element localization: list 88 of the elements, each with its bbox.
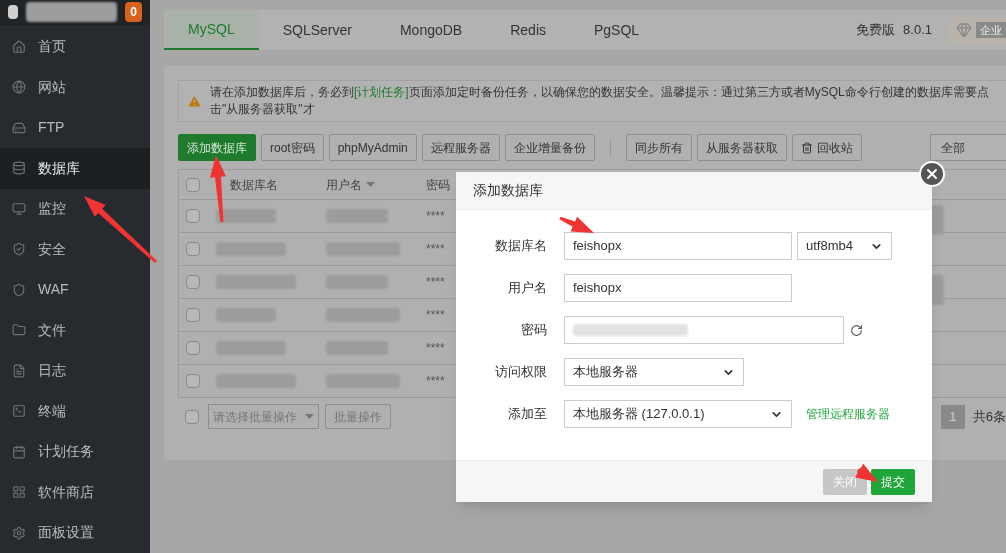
- toolbar-button[interactable]: 从服务器获取: [696, 134, 787, 161]
- select-field[interactable]: 本地服务器: [564, 358, 744, 386]
- toolbar-button[interactable]: root密码: [261, 134, 324, 161]
- edition-label: 免费版: [856, 21, 896, 40]
- header-checkbox[interactable]: [186, 177, 200, 192]
- row-checkbox[interactable]: [186, 374, 200, 388]
- notification-badge[interactable]: 0: [125, 2, 142, 23]
- manage-servers-link[interactable]: 管理远程服务器: [806, 405, 890, 423]
- shield-icon: [12, 282, 26, 297]
- annotation-arrow: [855, 463, 878, 482]
- password-cell-text: ****: [426, 307, 445, 324]
- column-header[interactable]: 用户名: [326, 175, 362, 194]
- text-field[interactable]: feishopx: [564, 232, 792, 260]
- recycle-bin-button[interactable]: 回收站: [791, 134, 862, 161]
- sidebar-item[interactable]: FTP: [0, 107, 150, 148]
- refresh-icon[interactable]: [850, 323, 863, 337]
- sort-icon[interactable]: [366, 181, 375, 188]
- row-checkbox[interactable]: [186, 275, 200, 289]
- grid-icon: [12, 485, 26, 500]
- password-cell-text: ****: [426, 274, 445, 291]
- terminal-icon: [12, 404, 26, 419]
- database-tab[interactable]: SQLServer: [258, 10, 376, 50]
- select-all-checkbox[interactable]: [185, 409, 199, 424]
- home-icon: [12, 39, 26, 54]
- row-checkbox[interactable]: [186, 341, 200, 355]
- toolbar-button[interactable]: 同步所有: [625, 134, 692, 161]
- document-icon: [12, 363, 26, 378]
- sidebar-item[interactable]: 网站: [0, 67, 150, 108]
- password-cell-text: ****: [426, 208, 445, 225]
- password-field[interactable]: [564, 316, 844, 344]
- sidebar-item[interactable]: 首页: [0, 26, 150, 67]
- total-count: 共6条: [972, 407, 1006, 426]
- sidebar-item[interactable]: 安全: [0, 229, 150, 270]
- database-tab[interactable]: PgSQL: [570, 10, 664, 50]
- calendar-icon: [12, 444, 26, 459]
- toolbar-button[interactable]: 企业增量备份: [504, 134, 595, 161]
- version-label: 8.0.1: [903, 21, 932, 40]
- password-cell-text: ****: [426, 340, 445, 357]
- column-header: 密码: [426, 176, 450, 194]
- toolbar-button[interactable]: phpMyAdmin: [328, 134, 417, 161]
- row-checkbox[interactable]: [186, 242, 200, 256]
- database-icon: [12, 161, 26, 176]
- password-cell-text: ****: [426, 373, 445, 390]
- select-field[interactable]: 本地服务器 (127.0.0.1): [564, 400, 792, 428]
- dialog-title: 添加数据库: [473, 181, 543, 200]
- diamond-icon: [956, 22, 972, 38]
- field-label: 用户名: [507, 279, 547, 297]
- blurred-block: [216, 209, 276, 223]
- sidebar-item[interactable]: 日志: [0, 350, 150, 391]
- dropdown-icon: [305, 413, 314, 420]
- row-checkbox[interactable]: [186, 308, 200, 322]
- sidebar-item[interactable]: 数据库: [0, 148, 150, 189]
- toolbar-button[interactable]: 添加数据库: [178, 134, 256, 161]
- folder-icon: [12, 323, 26, 338]
- text-field[interactable]: feishopx: [564, 274, 792, 302]
- password-cell-text: ****: [426, 241, 445, 258]
- sidebar-item[interactable]: WAF: [0, 269, 150, 310]
- field-label: 数据库名: [494, 237, 547, 255]
- field-label: 访问权限: [494, 363, 547, 381]
- annotation-arrow: [559, 216, 594, 233]
- shield-check-icon: [12, 242, 26, 257]
- sidebar-item[interactable]: 终端: [0, 391, 150, 432]
- logo-icon: [8, 5, 18, 20]
- monitor-icon: [12, 201, 26, 216]
- notice-text: 请在添加数据库后，务必到[计划任务]页面添加定时备份任务，以确保您的数据安全。温馨提示：通过第三方或者MySQL命令行创建的数据库需要点击"从服务器获取"才: [210, 84, 990, 118]
- row-checkbox[interactable]: [186, 209, 200, 223]
- globe-icon: [12, 80, 26, 95]
- sidebar-item[interactable]: 文件: [0, 310, 150, 351]
- warning-icon: [187, 93, 202, 109]
- sidebar-item[interactable]: 监控: [0, 188, 150, 229]
- database-tab[interactable]: Redis: [486, 10, 570, 50]
- annotation-arrow: [210, 155, 226, 223]
- sidebar-item[interactable]: 面板设置: [0, 512, 150, 553]
- submit-button[interactable]: 提交: [871, 468, 915, 495]
- filter-select[interactable]: 全部: [930, 134, 1006, 161]
- drive-icon: [12, 120, 26, 135]
- charset-select[interactable]: utf8mb4: [797, 232, 892, 260]
- close-icon: [924, 166, 940, 182]
- toolbar-button[interactable]: 远程服务器: [421, 134, 500, 161]
- field-label: 添加至: [507, 405, 547, 423]
- field-label: 密码: [520, 321, 547, 339]
- column-header: 数据库名: [230, 176, 278, 194]
- sidebar-item[interactable]: 软件商店: [0, 472, 150, 513]
- sidebar-item[interactable]: 计划任务: [0, 431, 150, 472]
- settings-icon: [12, 525, 26, 540]
- database-tab[interactable]: MongoDB: [375, 10, 487, 50]
- upgrade-badge[interactable]: 企业: [948, 17, 1006, 43]
- trash-icon: [800, 141, 813, 154]
